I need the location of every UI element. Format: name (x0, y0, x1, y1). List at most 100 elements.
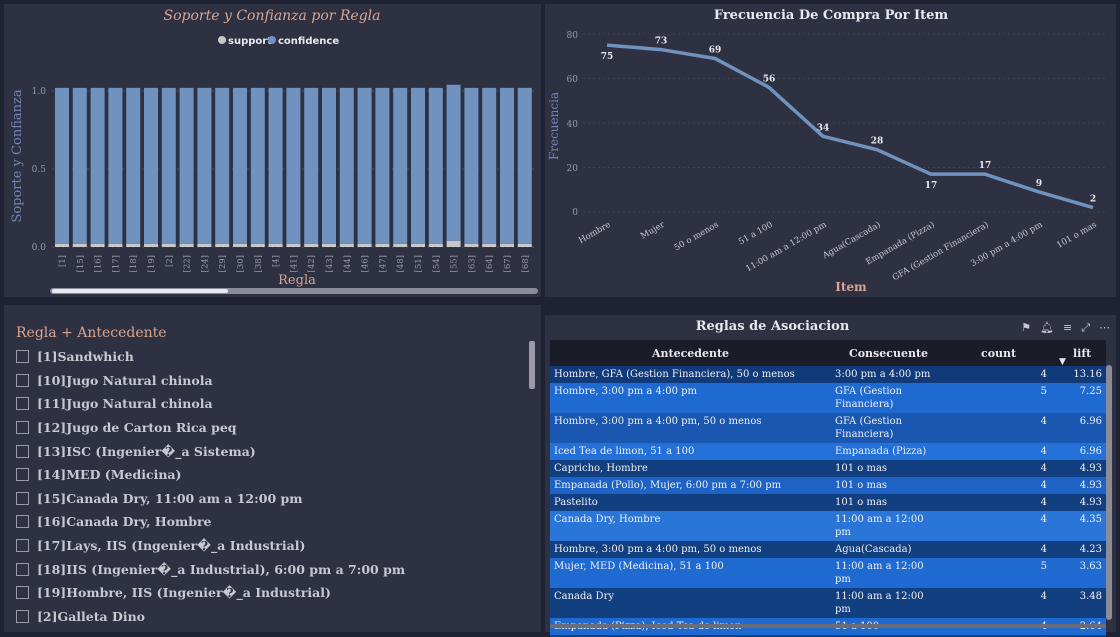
bar-support[interactable] (161, 243, 176, 247)
bar-support[interactable] (250, 243, 265, 247)
table-row[interactable]: Iced Tea de limon, 51 a 100 Empanada (Piz… (550, 443, 1106, 460)
slicer-item[interactable]: [12]Jugo de Carton Rica peq (16, 416, 526, 440)
bar-support[interactable] (90, 243, 105, 247)
bar-confidence[interactable] (72, 87, 87, 244)
table-row[interactable]: Hombre, GFA (Gestion Financiera), 50 o m… (550, 366, 1106, 383)
scrollbar-thumb[interactable] (52, 289, 228, 293)
bar-confidence[interactable] (55, 87, 69, 244)
bar-confidence[interactable] (428, 87, 443, 244)
table-row[interactable]: Canada Dry, Hombre 11:00 am a 12:00 pm 4 4.… (550, 511, 1106, 541)
bar-support[interactable] (126, 243, 141, 247)
checkbox[interactable] (16, 539, 29, 553)
bar-support[interactable] (322, 243, 336, 247)
checkbox[interactable] (16, 515, 29, 529)
checkbox[interactable] (16, 468, 29, 482)
bar-support[interactable] (144, 243, 158, 247)
bar-confidence[interactable] (197, 87, 212, 244)
bar-support[interactable] (286, 243, 301, 247)
table-row[interactable]: Mujer, MED (Medicina), 51 a 100 11:00 am … (550, 558, 1106, 588)
slicer-item[interactable]: [14]MED (Medicina) (16, 463, 526, 487)
slicer-item[interactable]: [17]Lays, IIS (Ingenier�_a Industrial) (16, 534, 526, 558)
bar-confidence[interactable] (446, 84, 461, 241)
bar-confidence[interactable] (268, 87, 283, 244)
bar-support[interactable] (233, 243, 247, 247)
bar-support[interactable] (108, 243, 123, 247)
checkbox[interactable] (16, 444, 29, 458)
bar-confidence[interactable] (233, 87, 247, 244)
table-row[interactable]: Hombre, 3:00 pm a 4:00 pm, 50 o menos Agu… (550, 541, 1106, 558)
bar-support[interactable] (179, 243, 194, 247)
bar-confidence[interactable] (375, 87, 390, 244)
sort-desc-icon[interactable]: ▼ (1059, 357, 1066, 367)
bar-confidence[interactable] (250, 87, 265, 244)
bar-confidence[interactable] (215, 87, 230, 244)
header-consecuente[interactable]: Consecuente (831, 347, 946, 360)
slicer-item[interactable]: [11]Jugo Natural chinola (16, 392, 526, 416)
bar-confidence[interactable] (144, 87, 158, 244)
bar-support[interactable] (55, 243, 69, 247)
pin-icon[interactable]: ⚑ (1021, 321, 1031, 335)
bar-support[interactable] (482, 243, 497, 247)
bar-support[interactable] (464, 243, 479, 247)
bar-support[interactable] (357, 243, 372, 247)
checkbox[interactable] (16, 586, 29, 600)
slicer-item[interactable]: [15]Canada Dry, 11:00 am a 12:00 pm (16, 487, 526, 511)
bar-support[interactable] (304, 243, 319, 247)
bar-confidence[interactable] (411, 87, 425, 244)
bar-support[interactable] (428, 243, 443, 247)
checkbox[interactable] (16, 421, 29, 435)
table-row[interactable]: Empanada (Pollo), Mujer, 6:00 pm a 7:00 … (550, 477, 1106, 494)
bar-confidence[interactable] (357, 87, 372, 244)
bar-support[interactable] (197, 243, 212, 247)
checkbox[interactable] (16, 491, 29, 505)
bar-support[interactable] (500, 243, 514, 247)
bar-confidence[interactable] (339, 87, 354, 244)
bar-confidence[interactable] (304, 87, 319, 244)
bar-support[interactable] (375, 243, 390, 247)
bar-support[interactable] (268, 243, 283, 247)
bar-support[interactable] (411, 243, 425, 247)
bar-support[interactable] (215, 243, 230, 247)
checkbox[interactable] (16, 562, 29, 576)
bar-confidence[interactable] (179, 87, 194, 244)
bar-confidence[interactable] (286, 87, 301, 244)
bar-support[interactable] (517, 243, 532, 247)
bar-support[interactable] (339, 243, 354, 247)
bell-icon[interactable]: 🔔︎ (1040, 321, 1054, 335)
focus-icon[interactable]: ⤢ (1081, 321, 1090, 335)
filter-icon[interactable]: ≡ (1063, 321, 1072, 335)
table-row[interactable]: Capricho, Hombre 101 o mas 4 4.93 (550, 460, 1106, 477)
bar-confidence[interactable] (464, 87, 479, 244)
slicer-item[interactable]: [16]Canada Dry, Hombre (16, 510, 526, 534)
bar-confidence[interactable] (517, 87, 532, 244)
bar-support[interactable] (446, 240, 461, 247)
bar-confidence[interactable] (108, 87, 123, 244)
slicer-item[interactable]: [13]ISC (Ingenier�_a Sistema) (16, 439, 526, 463)
bar-confidence[interactable] (322, 87, 336, 244)
table-vertical-scrollbar[interactable] (1106, 365, 1112, 620)
bar-confidence[interactable] (500, 87, 514, 244)
table-row[interactable]: Canada Dry 11:00 am a 12:00 pm 4 3.48 (550, 588, 1106, 618)
header-count[interactable]: count (946, 347, 1051, 360)
bar-support[interactable] (393, 243, 408, 247)
checkbox[interactable] (16, 373, 29, 387)
slicer-item[interactable]: [19]Hombre, IIS (Ingenier�_a Industrial) (16, 581, 526, 605)
header-lift[interactable]: lift ▼ (1051, 347, 1106, 367)
more-icon[interactable]: ⋯ (1099, 321, 1110, 335)
table-horizontal-scrollbar[interactable] (550, 624, 1106, 628)
bar-support[interactable] (72, 243, 87, 247)
header-antecedente[interactable]: Antecedente (550, 347, 831, 360)
slicer-item[interactable]: [2]Galleta Dino (16, 605, 526, 629)
frequency-line[interactable] (606, 43, 1094, 210)
bar-confidence[interactable] (393, 87, 408, 244)
checkbox[interactable] (16, 350, 29, 364)
table-row[interactable]: Hombre, 3:00 pm a 4:00 pm, 50 o menos GFA… (550, 413, 1106, 443)
bar-confidence[interactable] (126, 87, 141, 244)
table-row[interactable]: Pastelito 101 o mas 4 4.93 (550, 494, 1106, 511)
bar-confidence[interactable] (482, 87, 497, 244)
table-row[interactable]: Hombre, 3:00 pm a 4:00 pm GFA (Gestion Fi… (550, 383, 1106, 413)
bar-confidence[interactable] (90, 87, 105, 244)
checkbox[interactable] (16, 609, 29, 623)
bar-confidence[interactable] (161, 87, 176, 244)
slicer-item[interactable]: [10]Jugo Natural chinola (16, 369, 526, 393)
